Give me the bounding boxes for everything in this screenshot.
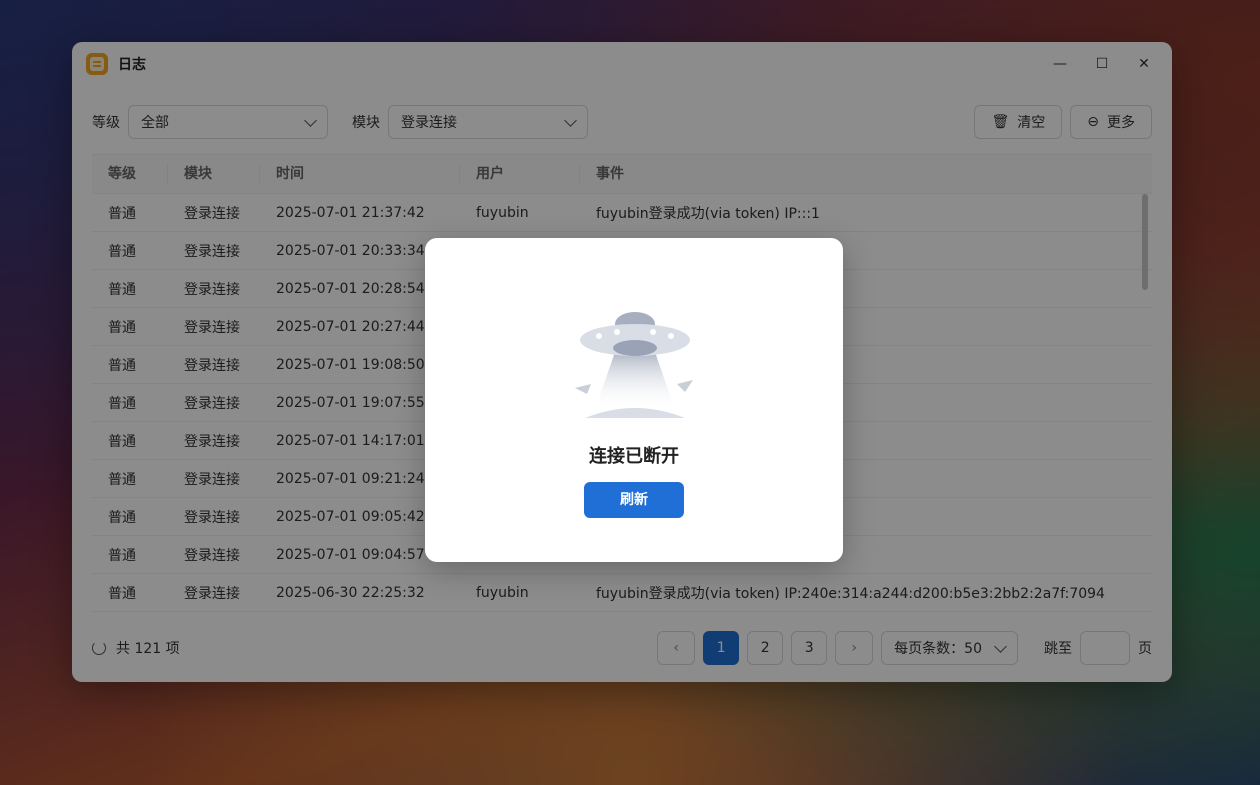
dialog-title: 连接已断开	[589, 446, 679, 467]
ufo-illustration-icon	[575, 312, 693, 418]
refresh-button[interactable]: 刷新	[584, 482, 684, 518]
disconnected-dialog: 连接已断开 刷新	[425, 238, 843, 562]
